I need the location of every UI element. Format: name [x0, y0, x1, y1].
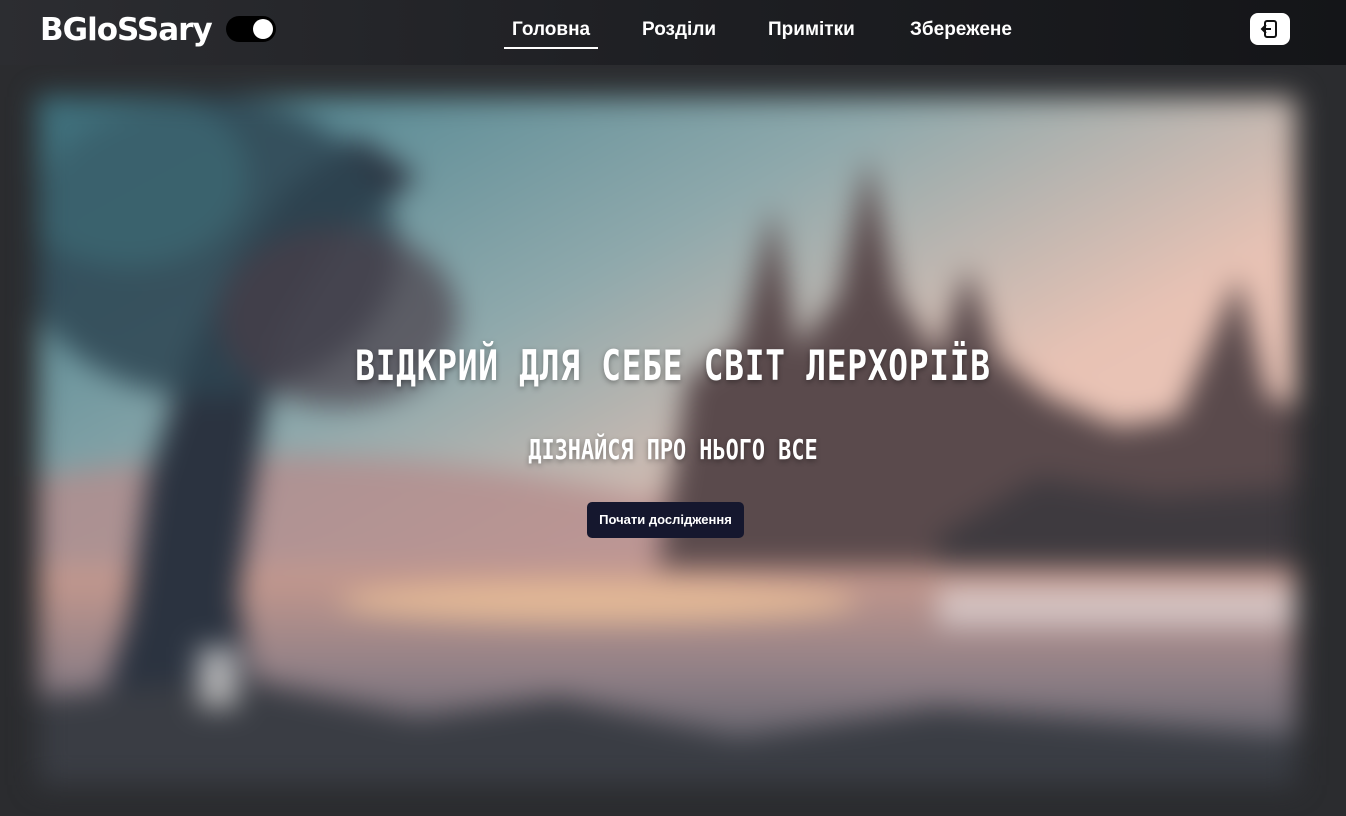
- hero-section: ВІДКРИЙ ДЛЯ СЕБЕ СВІТ ЛЕРХОРІЇВ ДІЗНАЙСЯ…: [0, 65, 1346, 816]
- nav-item-notes[interactable]: Примітки: [768, 18, 855, 42]
- top-navbar: BGloSSary Головна Розділи Примітки Збере…: [0, 0, 1346, 65]
- logout-button[interactable]: [1250, 13, 1290, 45]
- logo[interactable]: BGloSSary: [40, 10, 213, 50]
- hero-title: ВІДКРИЙ ДЛЯ СЕБЕ СВІТ ЛЕРХОРІЇВ: [355, 341, 991, 390]
- logout-icon: [1260, 20, 1277, 38]
- theme-toggle[interactable]: [226, 16, 276, 42]
- nav-item-saved[interactable]: Збережене: [910, 18, 1012, 42]
- nav-item-home[interactable]: Головна: [503, 18, 599, 49]
- nav-item-sections[interactable]: Розділи: [642, 18, 716, 42]
- start-exploring-button[interactable]: Почати дослідження: [587, 502, 744, 538]
- toggle-knob: [253, 19, 273, 39]
- hero-subtitle: ДІЗНАЙСЯ ПРО НЬОГО ВСЕ: [528, 433, 818, 466]
